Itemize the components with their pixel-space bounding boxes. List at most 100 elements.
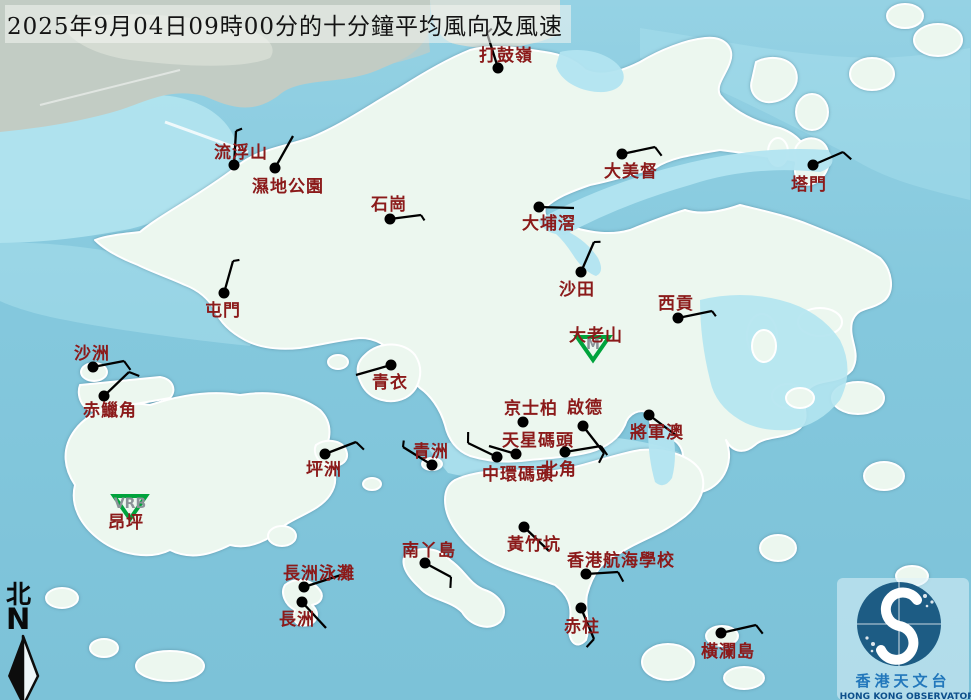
station-dot — [386, 360, 397, 371]
station-label: 屯門 — [205, 300, 241, 321]
wind-barb-feather — [450, 577, 451, 588]
station-green-island: 青洲 — [403, 441, 449, 471]
station-label: 長洲泳灘 — [283, 563, 355, 584]
station-label: 石崗 — [370, 195, 407, 215]
station-dot — [576, 267, 587, 278]
station-label: 西貢 — [658, 294, 694, 314]
wind-barb-feather — [124, 361, 130, 370]
station-dot — [576, 603, 587, 614]
station-dot — [219, 288, 230, 299]
wind-barb-feather — [587, 639, 594, 647]
station-sha-chau: 沙洲 — [74, 344, 130, 373]
station-label: 南丫島 — [402, 540, 456, 561]
station-dot — [534, 202, 545, 213]
station-label: 大美督 — [604, 161, 658, 182]
map-title: 2025年9月04日09時00分的十分鐘平均風向及風速 — [5, 5, 571, 43]
wind-map: 打鼓嶺流浮山濕地公園石崗大美督大埔滘沙田西貢塔門屯門沙洲赤鱲角青衣青洲京士柏天星… — [0, 0, 971, 700]
station-label: 沙洲 — [74, 344, 110, 364]
wind-barb-feather — [421, 215, 424, 220]
wind-barb-feather — [233, 260, 239, 261]
station-dot — [716, 628, 727, 639]
station-label: 沙田 — [559, 280, 595, 300]
station-waglan-island: 橫瀾島 — [701, 625, 763, 662]
station-label: 黃竹坑 — [506, 534, 561, 555]
station-dot — [617, 149, 628, 160]
station-lau-fau-shan: 流浮山 — [214, 129, 268, 171]
station-dot — [644, 410, 655, 421]
station-label: 橫瀾島 — [701, 641, 755, 662]
station-label: 將軍澳 — [630, 422, 684, 443]
station-label: 流浮山 — [214, 142, 268, 163]
station-label: 塔門 — [791, 174, 827, 195]
hko-logo-name-chinese: 香港天文台 — [837, 670, 969, 691]
station-tai-po-kau: 大埔滘 — [522, 202, 576, 235]
station-label: 北角 — [541, 459, 577, 480]
station-label: 坪洲 — [306, 460, 342, 480]
station-label: 青洲 — [413, 441, 449, 462]
station-tseung-kwan-o: 將軍澳 — [630, 410, 684, 444]
station-kai-tak: 啟德 — [567, 397, 604, 463]
station-dot — [320, 449, 331, 460]
wind-barb-feather — [843, 152, 851, 159]
wind-barb-feather — [129, 372, 139, 376]
station-label: 赤柱 — [564, 616, 600, 637]
wind-barb-shaft — [275, 136, 293, 168]
station-hk-sea-school: 香港航海學校 — [567, 550, 675, 582]
station-tap-mun: 塔門 — [791, 152, 851, 195]
station-kings-park: 京士柏 — [504, 398, 558, 428]
wind-barb-feather — [756, 625, 763, 634]
station-chek-lap-kok: 赤鱲角 — [83, 372, 139, 421]
station-label: 香港航海學校 — [567, 550, 675, 571]
stations-layer: 打鼓嶺流浮山濕地公園石崗大美督大埔滘沙田西貢塔門屯門沙洲赤鱲角青衣青洲京士柏天星… — [0, 0, 971, 700]
station-dot — [492, 452, 503, 463]
station-dot — [385, 214, 396, 225]
wind-barb-feather — [712, 311, 716, 316]
station-dot — [673, 313, 684, 324]
station-tuen-mun: 屯門 — [205, 260, 241, 321]
station-sha-tin: 沙田 — [559, 242, 600, 300]
station-tsing-yi: 青衣 — [356, 360, 408, 394]
hko-logo: 香港天文台 HONG KONG OBSERVATORY — [837, 578, 969, 700]
wind-barb-feather — [356, 442, 364, 450]
station-label: 啟德 — [567, 397, 603, 418]
station-label: 濕地公園 — [252, 176, 324, 197]
station-label: 赤鱲角 — [83, 400, 137, 421]
special-marker-tates-cairn: M大老山 — [569, 325, 623, 360]
station-label: 昂坪 — [108, 513, 144, 533]
wind-barb-feather — [655, 147, 662, 156]
station-dot — [808, 160, 819, 171]
station-shek-kong: 石崗 — [370, 195, 424, 225]
hko-logo-name-english: HONG KONG OBSERVATORY — [840, 691, 967, 700]
hko-logo-icon — [837, 578, 969, 668]
special-code: VRB — [114, 496, 146, 512]
station-dot — [578, 421, 589, 432]
station-label: 長洲 — [279, 610, 315, 630]
compass-north: 北 N — [4, 582, 48, 700]
station-peng-chau: 坪洲 — [306, 442, 364, 480]
station-tai-mei-tuk: 大美督 — [604, 147, 662, 182]
wind-barb-feather — [403, 441, 404, 447]
station-lamma-island: 南丫島 — [402, 540, 456, 588]
north-arrow-icon — [4, 634, 42, 700]
station-sai-kung: 西貢 — [658, 294, 716, 324]
station-dot — [99, 391, 110, 402]
station-stanley: 赤柱 — [564, 603, 600, 648]
station-label: 京士柏 — [504, 398, 558, 419]
station-label: 大老山 — [569, 325, 623, 346]
station-label: 打鼓嶺 — [479, 45, 533, 66]
station-label: 大埔滘 — [522, 213, 576, 234]
station-north-point: 北角 — [541, 446, 607, 480]
wind-barb-feather — [599, 453, 604, 463]
compass-label-n: N — [6, 605, 48, 634]
station-dot — [270, 163, 281, 174]
station-cheung-chau: 長洲 — [279, 597, 326, 631]
station-wong-chuk-hang: 黃竹坑 — [506, 522, 561, 556]
station-label: 青衣 — [372, 372, 408, 393]
station-dot — [297, 597, 308, 608]
wind-barb-feather — [236, 129, 242, 131]
station-dot — [519, 522, 530, 533]
station-cheung-chau-beach: 長洲泳灘 — [283, 563, 355, 593]
station-dot — [560, 447, 571, 458]
special-marker-ngong-ping: VRB昂坪 — [108, 496, 146, 533]
wind-barb-feather — [618, 572, 623, 582]
